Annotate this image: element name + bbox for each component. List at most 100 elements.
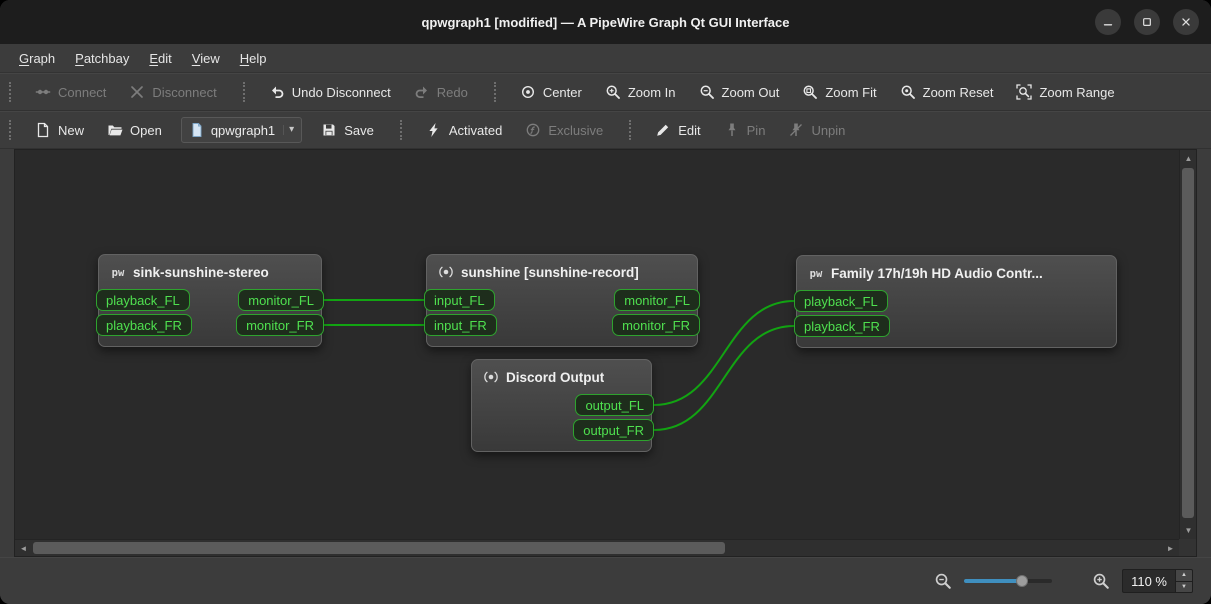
minimize-icon (1101, 15, 1115, 29)
unpin-icon (788, 122, 804, 138)
node-sink-sunshine-stereo[interactable]: pw sink-sunshine-stereo playback_FL monitor… (96, 254, 324, 347)
center-icon (520, 84, 536, 100)
zoom-spinbox[interactable]: 110 % ▲ ▼ (1122, 569, 1193, 593)
zoom-out-button[interactable] (934, 572, 952, 590)
scroll-left-icon[interactable]: ◄ (15, 540, 32, 557)
port-output-fr[interactable]: output_FR (573, 419, 654, 441)
horizontal-scrollbar[interactable]: ◄ ► (15, 539, 1179, 556)
toolbar-button-zoom-reset[interactable]: Zoom Reset (891, 79, 1003, 105)
scrollbar-corner (1179, 539, 1196, 556)
toolbar-button-unpin[interactable]: Unpin (779, 117, 854, 143)
undo-icon (269, 84, 285, 100)
menu-view[interactable]: View (183, 47, 229, 70)
node-title: sink-sunshine-stereo (133, 264, 269, 280)
zoom-slider-fill (964, 579, 1023, 583)
scroll-down-icon[interactable]: ▼ (1180, 522, 1197, 539)
svg-text:pw: pw (112, 267, 125, 279)
zoom-slider-handle[interactable] (1016, 575, 1029, 587)
zoom-spin-down-button[interactable]: ▼ (1176, 580, 1192, 592)
node-sunshine[interactable]: sunshine [sunshine-record] input_FL monito… (424, 254, 700, 347)
window-close-button[interactable] (1173, 9, 1199, 35)
toolbar-handle[interactable] (9, 82, 13, 102)
toolbar-button-zoom-out[interactable]: Zoom Out (690, 79, 789, 105)
zoom-spin-buttons: ▲ ▼ (1175, 570, 1192, 592)
redo-icon (414, 84, 430, 100)
session-combo[interactable]: qpwgraph1 ▾ (180, 117, 303, 143)
port-playback-fl[interactable]: playback_FL (96, 289, 190, 311)
node-title: sunshine [sunshine-record] (461, 264, 639, 280)
window-minimize-button[interactable] (1095, 9, 1121, 35)
open-icon (107, 122, 123, 138)
connect-icon (35, 84, 51, 100)
toolbar-button-pin[interactable]: Pin (715, 117, 775, 143)
scroll-right-icon[interactable]: ► (1162, 540, 1179, 557)
horizontal-scrollbar-thumb[interactable] (33, 542, 725, 554)
pipewire-icon: pw (808, 265, 824, 281)
menu-edit[interactable]: Edit (140, 47, 180, 70)
toolbar-handle[interactable] (399, 120, 404, 140)
toolbar-button-new[interactable]: New (26, 117, 93, 143)
port-playback-fr[interactable]: playback_FR (794, 315, 890, 337)
menu-graph[interactable]: Graph (10, 47, 64, 70)
port-monitor-fr[interactable]: monitor_FR (612, 314, 700, 336)
toolbar-button-activated[interactable]: Activated (417, 117, 511, 143)
exclusive-icon (525, 122, 541, 138)
scroll-up-icon[interactable]: ▲ (1180, 150, 1197, 167)
vertical-scrollbar[interactable]: ▲ ▼ (1179, 150, 1196, 539)
stream-icon (438, 264, 454, 280)
port-playback-fl[interactable]: playback_FL (794, 290, 888, 312)
port-input-fl[interactable]: input_FL (424, 289, 495, 311)
window-maximize-button[interactable] (1134, 9, 1160, 35)
stream-icon (483, 369, 499, 385)
toolbar-handle[interactable] (242, 82, 247, 102)
zoom-in-icon (605, 84, 621, 100)
svg-text:pw: pw (810, 268, 823, 280)
vertical-scrollbar-thumb[interactable] (1182, 168, 1194, 518)
zoom-value: 110 % (1131, 573, 1167, 589)
menu-patchbay[interactable]: Patchbay (66, 47, 138, 70)
save-icon (321, 122, 337, 138)
port-input-fr[interactable]: input_FR (424, 314, 497, 336)
zoom-range-icon (1016, 84, 1033, 100)
toolbar-graph: Connect Disconnect Undo Disconnect Redo Cent… (0, 73, 1211, 111)
graph-canvas[interactable]: pw sink-sunshine-stereo playback_FL monitor… (15, 150, 1179, 539)
toolbar-button-open[interactable]: Open (98, 117, 171, 143)
zoom-in-button[interactable] (1092, 572, 1110, 590)
port-monitor-fr[interactable]: monitor_FR (236, 314, 324, 336)
toolbar-handle[interactable] (493, 82, 498, 102)
activated-icon (426, 122, 442, 138)
toolbar-button-disconnect[interactable]: Disconnect (120, 79, 225, 105)
close-icon (1179, 15, 1193, 29)
toolbar-button-undo-disconnect[interactable]: Undo Disconnect (260, 79, 400, 105)
toolbar-button-save[interactable]: Save (312, 117, 383, 143)
port-playback-fr[interactable]: playback_FR (96, 314, 192, 336)
node-title: Discord Output (506, 369, 605, 385)
zoom-spin-up-button[interactable]: ▲ (1176, 570, 1192, 581)
zoom-slider[interactable] (964, 573, 1053, 589)
port-output-fl[interactable]: output_FL (575, 394, 654, 416)
disconnect-icon (129, 84, 145, 100)
chevron-down-icon: ▾ (283, 125, 294, 135)
session-combo-value: qpwgraph1 (210, 122, 276, 138)
app-window: qpwgraph1 [modified] — A PipeWire Graph … (0, 0, 1211, 604)
toolbar-button-edit[interactable]: Edit (646, 117, 709, 143)
window-title: qpwgraph1 [modified] — A PipeWire Graph … (421, 14, 790, 30)
port-monitor-fl[interactable]: monitor_FL (238, 289, 324, 311)
toolbar-button-center[interactable]: Center (511, 79, 591, 105)
port-monitor-fl[interactable]: monitor_FL (614, 289, 700, 311)
toolbar-button-connect[interactable]: Connect (26, 79, 115, 105)
node-discord-output[interactable]: Discord Output output_FL output_FR (471, 359, 654, 452)
toolbar-button-exclusive[interactable]: Exclusive (516, 117, 612, 143)
node-family-audio[interactable]: pw Family 17h/19h HD Audio Contr... playba… (794, 255, 1117, 348)
toolbar-button-zoom-range[interactable]: Zoom Range (1007, 79, 1123, 105)
zoom-out-icon (699, 84, 715, 100)
toolbar-handle[interactable] (9, 120, 13, 140)
edit-icon (655, 122, 671, 138)
menu-help[interactable]: Help (231, 47, 276, 70)
file-icon (189, 122, 205, 138)
toolbar-button-zoom-in[interactable]: Zoom In (596, 79, 685, 105)
toolbar-button-zoom-fit[interactable]: Zoom Fit (793, 79, 885, 105)
menubar: Graph Patchbay Edit View Help (0, 44, 1211, 73)
toolbar-handle[interactable] (629, 120, 633, 140)
toolbar-button-redo[interactable]: Redo (405, 79, 477, 105)
